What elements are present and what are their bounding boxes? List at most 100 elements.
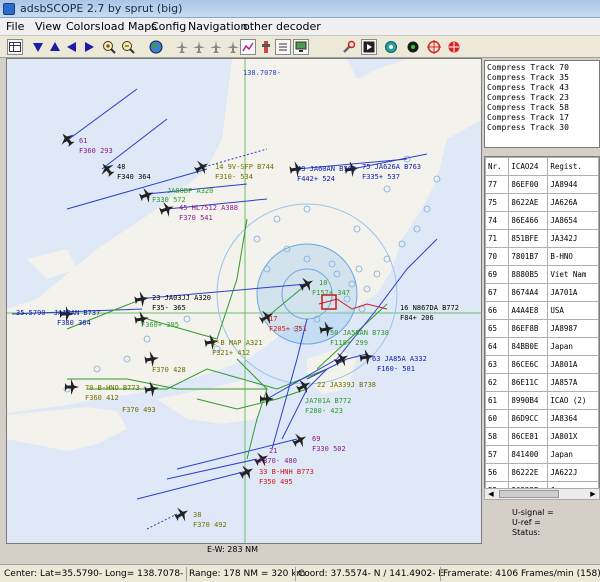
ew-distance-label: E-W: 283 NM: [207, 545, 258, 554]
log-line: Compress Track 43: [487, 83, 569, 92]
aircraft-label: 63 JA85A A332: [372, 355, 427, 363]
cell-regist: JA622J: [547, 463, 599, 482]
aircraft-label: F280- 423: [305, 407, 343, 415]
aircraft-label: F380 384: [57, 319, 91, 327]
u-signal-label: U-signal =: [512, 508, 554, 517]
arrow-right-icon[interactable]: [81, 39, 97, 55]
menu-navigation[interactable]: Navigation: [188, 20, 247, 33]
table-row[interactable]: 66 A4A4E8 USA: [485, 301, 599, 320]
table-row[interactable]: 71 851BFE JA342J: [485, 229, 599, 248]
aircraft-small-icon[interactable]: [174, 39, 190, 55]
table-row[interactable]: 60 86D9CC JA8364: [485, 409, 599, 428]
status-range: Range: 178 NM = 320 km: [186, 567, 305, 581]
log-line: Compress Track 58: [487, 103, 569, 112]
table-row[interactable]: 69 8880B5 Viet Nam: [485, 265, 599, 284]
cell-icao24: 86EF8B: [508, 319, 549, 338]
arrow-down-icon[interactable]: [30, 39, 46, 55]
aircraft-label: 75 JA626A B763: [362, 163, 422, 171]
zoom-out-icon[interactable]: [120, 39, 136, 55]
aircraft-label: F442+ 524: [297, 175, 335, 183]
aircraft-label: 70 B-HNO B773: [85, 384, 140, 392]
table-row[interactable]: 65 86EF8B JA8987: [485, 319, 599, 338]
aircraft-label: F330 502: [312, 445, 346, 453]
col-header-regist[interactable]: Regist.: [547, 157, 599, 176]
table-row[interactable]: 63 86CE6C JA801A: [485, 355, 599, 374]
menu-other[interactable]: other: [243, 20, 272, 33]
cell-icao24: 86222E: [508, 463, 549, 482]
window-title: adsbSCOPE 2.7 by sprut (big): [20, 2, 183, 15]
monitor-icon[interactable]: [293, 39, 309, 55]
aircraft-label: F370 541: [179, 214, 213, 222]
cell-icao24: 8880B5: [508, 265, 549, 284]
table-horizontal-scrollbar[interactable]: ◀ ▶: [484, 488, 600, 500]
table-row[interactable]: 64 84BB0E Japan: [485, 337, 599, 356]
aircraft-label: F340 364: [117, 173, 151, 181]
table-row[interactable]: 57 841400 Japan: [485, 445, 599, 464]
scroll-left-icon[interactable]: ◀: [485, 489, 497, 499]
scrollbar-thumb[interactable]: [499, 490, 559, 498]
menu-view[interactable]: View: [35, 20, 61, 33]
circle-icon[interactable]: [405, 39, 421, 55]
menu-decoder[interactable]: decoder: [276, 20, 321, 33]
list-icon[interactable]: [275, 39, 291, 55]
cell-nr: 75: [485, 193, 510, 212]
log-line: Compress Track 23: [487, 93, 569, 102]
aircraft-label: F84+ 206: [400, 314, 434, 322]
aircraft-label: 61: [79, 137, 88, 145]
aircraft-label: F160- 501: [377, 365, 415, 373]
scroll-right-icon[interactable]: ▶: [587, 489, 599, 499]
cell-nr: 71: [485, 229, 510, 248]
aircraft-label: JA701A B772: [305, 397, 352, 405]
table-row[interactable]: 67 8674A4 JA701A: [485, 283, 599, 302]
table-row[interactable]: 77 86EF00 JA8944: [485, 175, 599, 194]
aircraft-label: F205+ 351: [269, 325, 307, 333]
chart-icon[interactable]: [240, 39, 256, 55]
aircraft-large-icon[interactable]: [208, 39, 224, 55]
menu-load-maps[interactable]: load Maps: [101, 20, 157, 33]
cell-nr: 67: [485, 283, 510, 302]
aircraft-label: JA80DP A320: [167, 187, 214, 195]
airport-icon[interactable]: [258, 39, 274, 55]
aircraft-medium-icon[interactable]: [191, 39, 207, 55]
table-row[interactable]: 70 7801B7 B-HNO: [485, 247, 599, 266]
tools-icon[interactable]: [341, 39, 357, 55]
table-row[interactable]: 56 86222E JA622J: [485, 463, 599, 482]
globe-icon[interactable]: [148, 39, 164, 55]
radar-map[interactable]: 138.7078- 61 F360 293 48 F340 364 14 9V-…: [6, 58, 482, 544]
table-row[interactable]: 75 8622AE JA626A: [485, 193, 599, 212]
aircraft-label: 16 N867DA B772: [400, 304, 460, 312]
message-log[interactable]: Compress Track 70 Compress Track 35 Comp…: [484, 60, 600, 148]
zoom-in-icon[interactable]: [101, 39, 117, 55]
col-header-nr[interactable]: Nr.: [485, 157, 510, 176]
top-coord-label: 138.7078-: [243, 69, 281, 77]
table-icon[interactable]: [7, 39, 23, 55]
cell-icao24: 84BB0E: [508, 337, 549, 356]
aircraft-label: 10: [319, 279, 328, 287]
menu-config[interactable]: Config: [151, 20, 186, 33]
target-icon[interactable]: [383, 39, 399, 55]
cell-regist: JA801A: [547, 355, 599, 374]
cell-icao24: 86E11C: [508, 373, 549, 392]
aircraft-label: F360+ 395: [141, 321, 179, 329]
crosshair-icon[interactable]: [426, 39, 442, 55]
aircraft-label: F370 493: [122, 406, 156, 414]
aircraft-table[interactable]: Nr. ICAO24 Regist. 77 86EF00 JA8944 75 8622A…: [484, 156, 600, 496]
arrow-left-icon[interactable]: [64, 39, 80, 55]
table-row[interactable]: 62 86E11C JA857A: [485, 373, 599, 392]
table-row[interactable]: 58 86CE81 JA801X: [485, 427, 599, 446]
menu-colors[interactable]: Colors: [66, 20, 100, 33]
aircraft-xl-icon[interactable]: [225, 39, 241, 55]
table-row[interactable]: 74 86E466 JA8654: [485, 211, 599, 230]
status-framerate: Framerate: 4106 Frames/min (158): [440, 567, 600, 581]
arrow-up-icon[interactable]: [47, 39, 63, 55]
cell-regist: JA342J: [547, 229, 599, 248]
aircraft-label: 43 JA60AN B763: [297, 165, 357, 173]
cell-icao24: 841400: [508, 445, 549, 464]
table-row[interactable]: 61 8990B4 ICAO (2): [485, 391, 599, 410]
play-icon[interactable]: [361, 39, 377, 55]
cell-nr: 60: [485, 409, 510, 428]
crosshair-red-icon[interactable]: [446, 39, 462, 55]
menu-file[interactable]: File: [6, 20, 24, 33]
aircraft-label: F35- 365: [152, 304, 186, 312]
col-header-icao24[interactable]: ICAO24: [508, 157, 549, 176]
